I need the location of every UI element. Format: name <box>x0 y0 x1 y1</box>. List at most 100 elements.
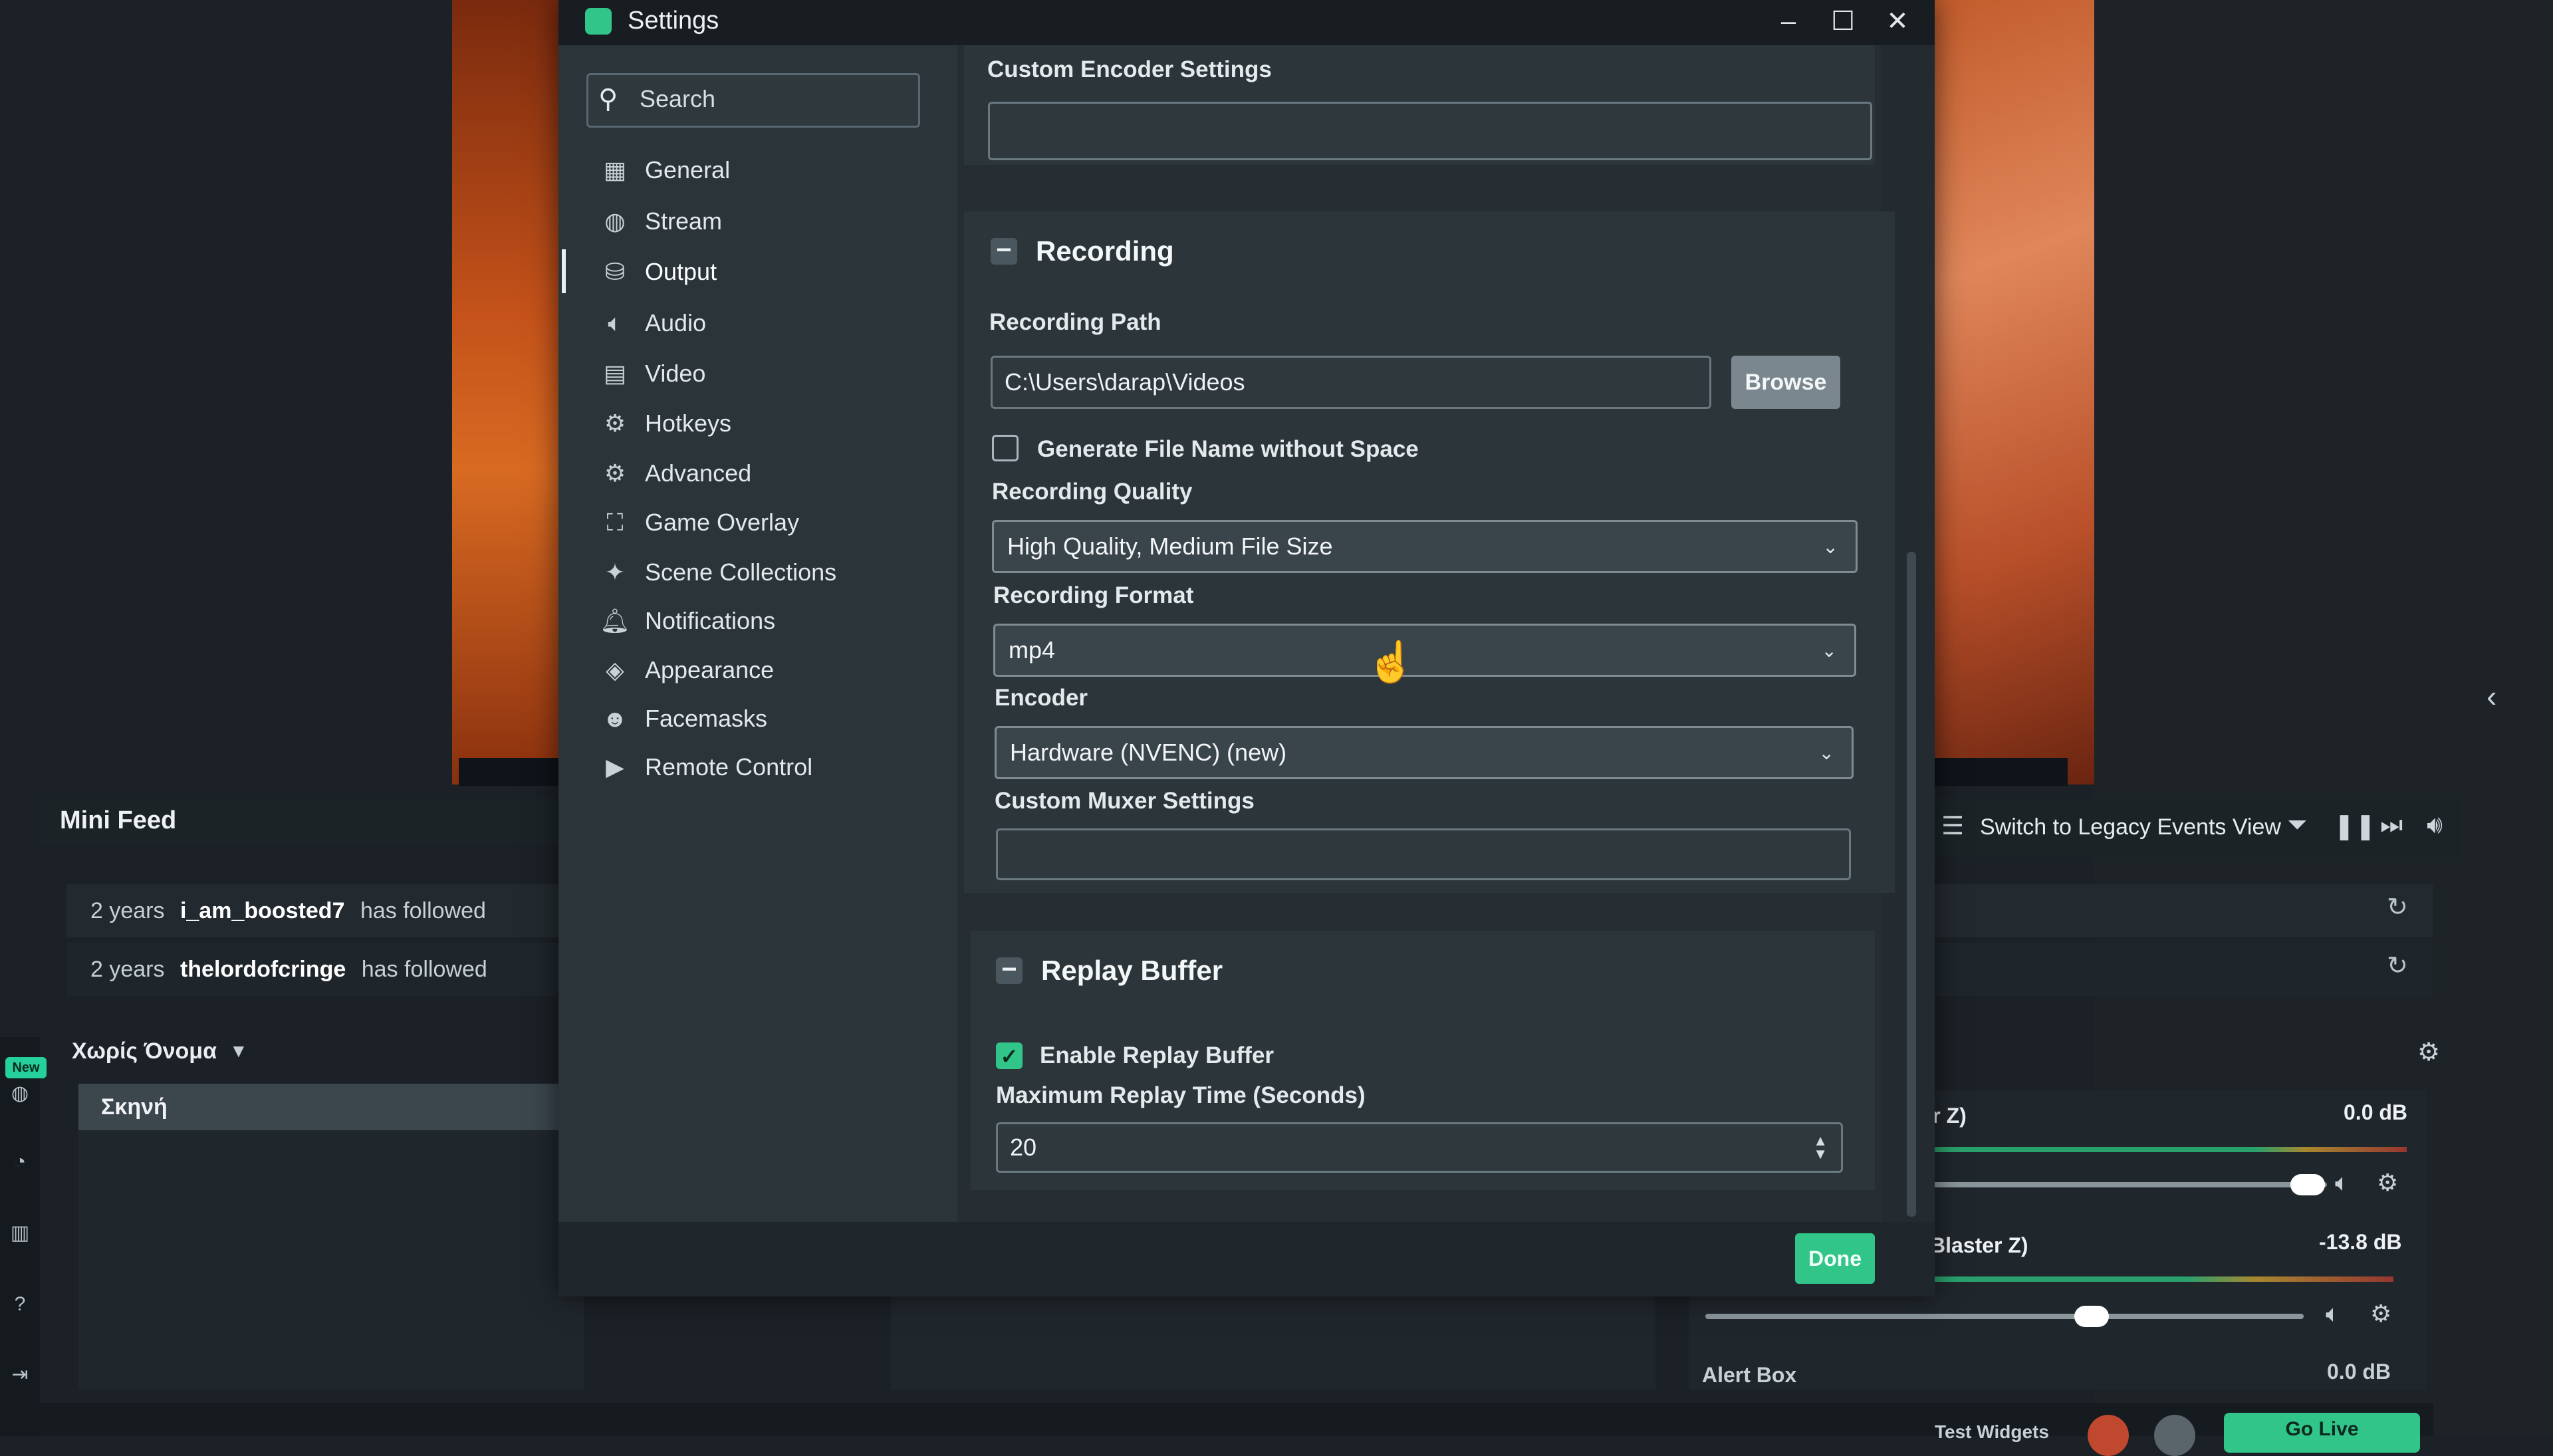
sidebar-item-label: Video <box>645 360 706 387</box>
encoder-select[interactable]: Hardware (NVENC) (new) ⌄ <box>995 726 1854 779</box>
test-widgets-button[interactable]: Test Widgets <box>1935 1421 2049 1443</box>
spinner-arrows-icon[interactable]: ▲ ▼ <box>1813 1134 1828 1161</box>
globe-icon: ◍ <box>604 207 626 235</box>
scene-collection-name[interactable]: Χωρίς Όνομα <box>72 1038 217 1064</box>
recording-format-label: Recording Format <box>993 582 1194 608</box>
feed-user[interactable]: i_am_boosted7 <box>180 898 345 923</box>
recording-path-input[interactable]: C:\Users\darap\Videos <box>991 356 1711 409</box>
event-row <box>1915 943 2433 996</box>
mixer-settings-gear-icon[interactable]: ⚙ <box>2417 1037 2440 1067</box>
maximize-icon[interactable]: ☐ <box>1823 5 1863 37</box>
collapse-icon[interactable]: − <box>991 237 1017 265</box>
chevron-down-icon: ⌄ <box>1822 536 1838 557</box>
select-value: High Quality, Medium File Size <box>1007 533 1333 560</box>
search-icon: ⚲ <box>598 84 618 114</box>
collapse-icon[interactable]: − <box>996 956 1023 984</box>
replay-button[interactable] <box>2154 1415 2195 1456</box>
select-value: mp4 <box>1009 636 1056 664</box>
sidebar-item-appearance[interactable]: ◈ Appearance <box>598 646 774 694</box>
feed-action: has followed <box>360 898 486 923</box>
custom-muxer-input[interactable] <box>996 828 1851 880</box>
generate-filename-label: Generate File Name without Space <box>1037 436 1419 462</box>
refresh-icon[interactable]: ↻ <box>2387 951 2408 981</box>
sidebar-item-stream[interactable]: ◍ Stream <box>598 197 722 245</box>
pause-icon[interactable]: ❚❚ <box>2334 811 2376 841</box>
recording-quality-label: Recording Quality <box>992 479 1193 505</box>
done-button[interactable]: Done <box>1795 1233 1875 1284</box>
volume-slider-knob[interactable] <box>2074 1306 2109 1327</box>
active-indicator <box>562 249 566 293</box>
sidebar-item-hotkeys[interactable]: ⚙ Hotkeys <box>598 400 731 447</box>
gears-icon: ⚙ <box>604 459 626 487</box>
recording-format-select[interactable]: mp4 ⌄ <box>993 624 1856 677</box>
select-value: Hardware (NVENC) (new) <box>1010 739 1287 766</box>
sidebar-item-label: Advanced <box>645 459 752 487</box>
enable-replay-checkbox[interactable]: ✓ <box>996 1042 1023 1069</box>
sidebar-item-notifications[interactable]: 🔔︎ Notifications <box>598 597 775 645</box>
settings-footer <box>558 1222 1935 1296</box>
recording-quality-select[interactable]: High Quality, Medium File Size ⌄ <box>992 520 1858 573</box>
sidebar-item-output[interactable]: ⛁ Output <box>598 248 717 296</box>
record-button[interactable] <box>2088 1415 2129 1456</box>
sidebar-item-game-overlay[interactable]: ⛶ Game Overlay <box>598 499 799 546</box>
switch-legacy-events-button[interactable]: Switch to Legacy Events View <box>1980 814 2281 840</box>
sidebar-item-advanced[interactable]: ⚙ Advanced <box>598 449 751 497</box>
wand-icon: ✦ <box>604 558 626 586</box>
volume-slider-knob[interactable] <box>2290 1174 2325 1195</box>
chevron-down-icon: ⌄ <box>1821 640 1837 661</box>
palette-icon: ◈ <box>606 656 624 683</box>
dashboard-icon[interactable]: ◔ <box>7 1149 33 1175</box>
encoder-label: Encoder <box>995 685 1088 711</box>
gear-icon[interactable]: ⚙ <box>2370 1300 2391 1328</box>
title-bar[interactable] <box>558 0 1935 45</box>
sidebar-item-facemasks[interactable]: ☻ Facemasks <box>598 695 767 743</box>
globe-icon[interactable]: ◍ <box>7 1080 33 1107</box>
help-icon[interactable]: ? <box>7 1291 33 1318</box>
sidebar-item-scene-collections[interactable]: ✦ Scene Collections <box>598 548 836 596</box>
alert-box-db: 0.0 dB <box>2327 1360 2391 1384</box>
sidebar-item-video[interactable]: ▤ Video <box>598 350 705 398</box>
minimize-icon[interactable]: – <box>1768 5 1808 37</box>
enable-replay-label: Enable Replay Buffer <box>1040 1042 1275 1068</box>
database-icon: ⛁ <box>604 258 626 285</box>
volume-slider[interactable] <box>1705 1314 2304 1319</box>
sidebar-item-audio[interactable]: 🔈︎ Audio <box>598 299 706 347</box>
browse-button[interactable]: Browse <box>1731 356 1840 409</box>
chevron-down-icon[interactable]: ▼ <box>229 1040 248 1062</box>
window-title: Settings <box>628 7 719 35</box>
scene-item[interactable]: Σκηνή <box>78 1084 584 1130</box>
sidebar-item-remote-control[interactable]: ▶ Remote Control <box>598 743 812 791</box>
recording-path-label: Recording Path <box>989 309 1161 335</box>
overlay-icon: ⛶ <box>606 509 624 536</box>
logout-icon[interactable]: ⇥ <box>7 1362 33 1388</box>
speaker-icon[interactable]: 🔈︎ <box>2335 1169 2350 1197</box>
sidebar-item-general[interactable]: ▦ General <box>598 146 730 194</box>
custom-encoder-input[interactable] <box>988 102 1872 160</box>
grid-icon: ▦ <box>603 156 626 183</box>
search-input[interactable] <box>586 73 920 128</box>
chevron-left-icon[interactable]: ‹ <box>2487 678 2513 718</box>
sidebar-item-label: Remote Control <box>645 753 813 781</box>
columns-icon[interactable]: ▥ <box>7 1220 33 1247</box>
feed-user[interactable]: thelordofcringe <box>180 957 346 982</box>
generate-filename-checkbox[interactable] <box>992 435 1019 461</box>
max-replay-time-input[interactable]: 20 ▲ ▼ <box>996 1122 1843 1173</box>
speaker-icon[interactable]: 🔈︎ <box>2326 1300 2340 1328</box>
refresh-icon[interactable]: ↻ <box>2387 892 2408 922</box>
chevron-down-icon: ⌄ <box>1818 742 1834 763</box>
close-icon[interactable]: ✕ <box>1878 5 1917 37</box>
volume-icon[interactable]: 🔊︎ <box>2427 811 2443 840</box>
skip-icon[interactable]: ⏭ <box>2380 811 2403 840</box>
go-live-button[interactable]: Go Live <box>2224 1413 2420 1453</box>
content-scrollbar[interactable] <box>1907 552 1916 1217</box>
gear-icon[interactable]: ⚙ <box>2377 1169 2398 1197</box>
play-circle-icon: ▶ <box>606 753 624 781</box>
replay-buffer-title: Replay Buffer <box>1041 955 1223 986</box>
sidebar-item-label: Audio <box>645 309 707 336</box>
filter-icon[interactable]: ⏷ <box>2287 811 2307 840</box>
sidebar-item-label: Notifications <box>645 607 776 634</box>
sidebar-item-label: Game Overlay <box>645 509 800 536</box>
volume-slider[interactable] <box>1901 1182 2327 1187</box>
minifeed-title: Mini Feed <box>60 806 177 834</box>
list-icon[interactable]: ☰ <box>1941 811 1964 841</box>
